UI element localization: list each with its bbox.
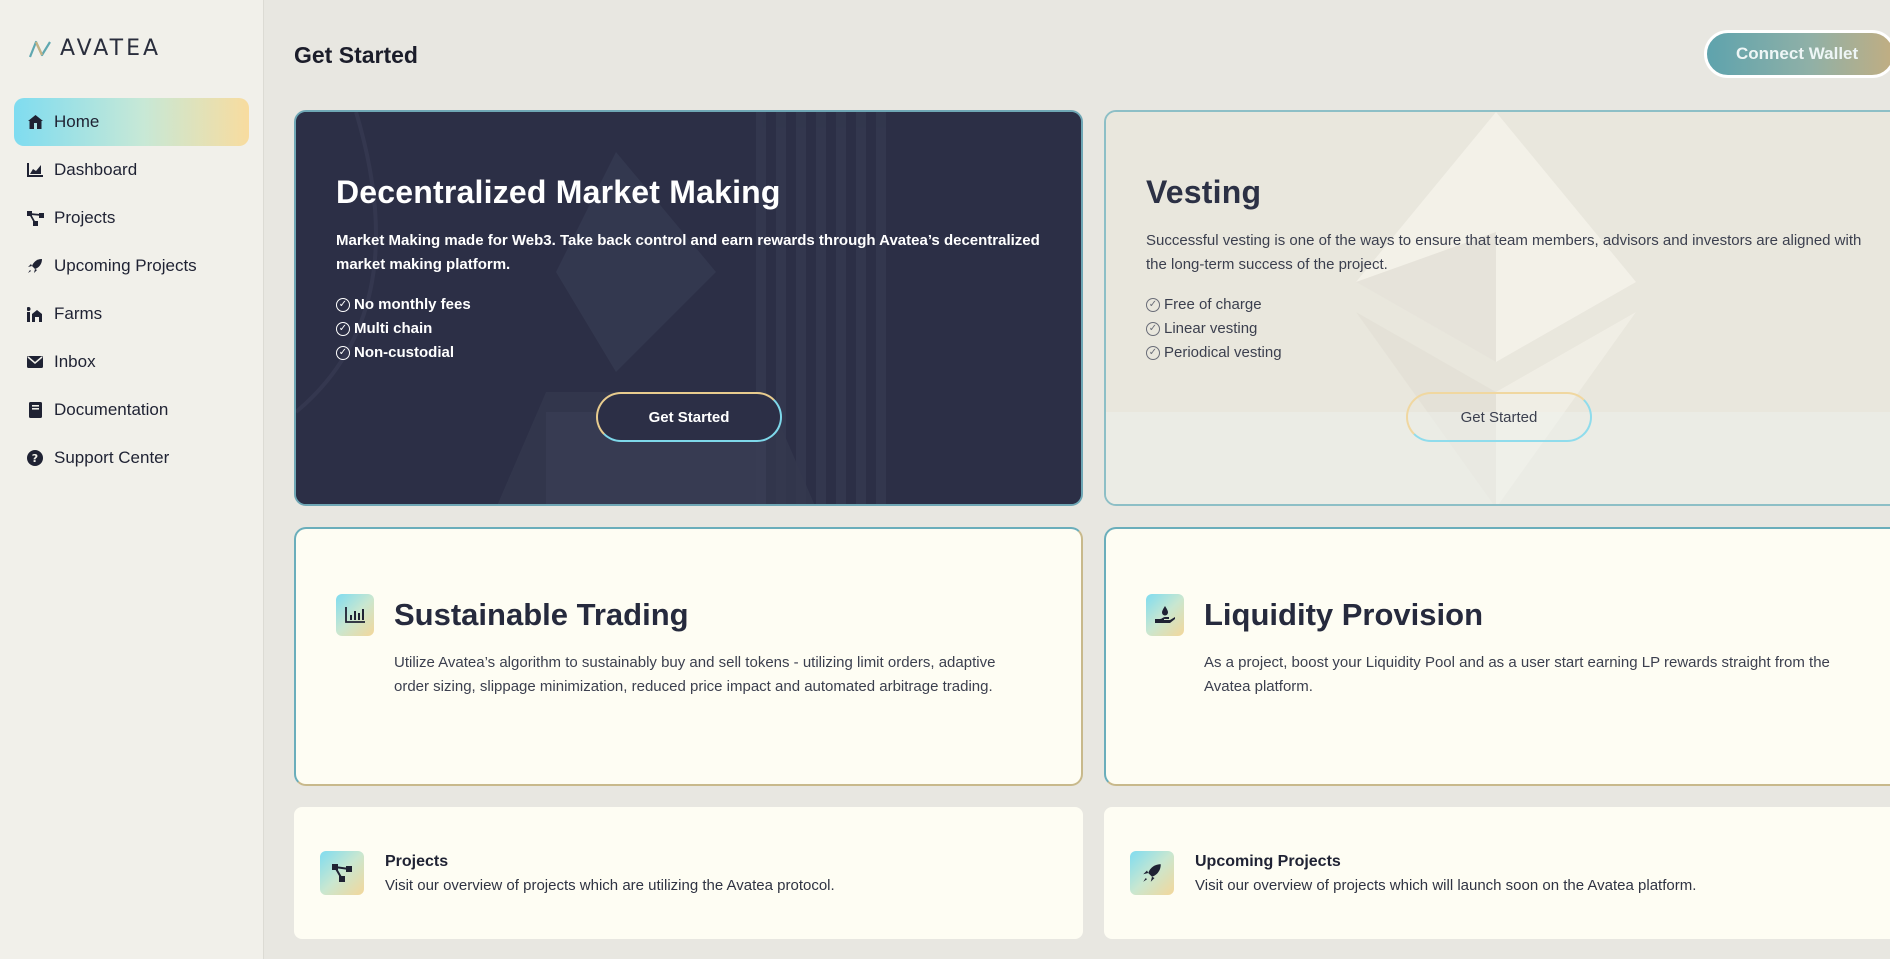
check-circle-icon: ✓ <box>336 346 350 360</box>
sidebar-nav: Home Dashboard Projects Upcoming Project… <box>14 98 249 482</box>
market-making-get-started-button[interactable]: Get Started <box>596 392 782 442</box>
feature-item: ✓ Non-custodial <box>336 341 1045 365</box>
feature-item: ✓ No monthly fees <box>336 293 1045 317</box>
liquidity-provision-card[interactable]: Liquidity Provision As a project, boost … <box>1104 527 1890 786</box>
sidebar-item-label: Documentation <box>54 400 169 419</box>
sidebar-item-label: Dashboard <box>54 160 138 179</box>
market-making-title: Decentralized Market Making <box>336 174 781 210</box>
projects-card-description: Visit our overview of projects which are… <box>385 877 835 894</box>
projects-card-title: Projects <box>385 853 449 870</box>
feature-item: ✓ Multi chain <box>336 317 1045 341</box>
book-icon <box>26 401 44 419</box>
chart-icon <box>26 161 44 179</box>
sidebar: AVATEA Home Dashboard Projects Upcoming … <box>0 0 264 959</box>
page-title: Get Started <box>294 42 418 68</box>
vesting-features: ✓ Free of charge ✓ Linear vesting ✓ Periodi… <box>1146 293 1866 365</box>
sustainable-trading-description: Utilize Avatea’s algorithm to sustainabl… <box>394 654 996 695</box>
check-circle-icon: ✓ <box>1146 346 1160 360</box>
market-making-card: Decentralized Market Making Market Makin… <box>294 110 1083 506</box>
sidebar-item-label: Farms <box>54 304 103 323</box>
upcoming-projects-card-title: Upcoming Projects <box>1195 853 1341 870</box>
vesting-content: Vesting Successful vesting is one of the… <box>1146 174 1866 365</box>
connect-wallet-button[interactable]: Connect Wallet <box>1704 30 1890 78</box>
question-icon: ? <box>26 449 44 467</box>
market-making-features: ✓ No monthly fees ✓ Multi chain ✓ Non-custo… <box>336 293 1045 365</box>
check-circle-icon: ✓ <box>1146 298 1160 312</box>
sidebar-item-label: Inbox <box>54 352 96 371</box>
sidebar-item-support-center[interactable]: ? Support Center <box>14 434 249 482</box>
rocket-icon <box>1130 851 1174 895</box>
sustainable-trading-card[interactable]: Sustainable Trading Utilize Avatea’s alg… <box>294 527 1083 786</box>
upcoming-projects-card-description: Visit our overview of projects which wil… <box>1195 877 1697 894</box>
liquidity-provision-title: Liquidity Provision <box>1204 597 1484 632</box>
sidebar-item-projects[interactable]: Projects <box>14 194 249 242</box>
check-circle-icon: ✓ <box>336 322 350 336</box>
feature-item: ✓ Free of charge <box>1146 293 1866 317</box>
nodes-icon <box>320 851 364 895</box>
sidebar-item-label: Upcoming Projects <box>54 256 197 275</box>
home-icon <box>26 113 44 131</box>
farm-icon <box>26 305 44 323</box>
svg-text:?: ? <box>32 452 38 465</box>
feature-label: Multi chain <box>354 320 433 337</box>
feature-item: ✓ Periodical vesting <box>1146 341 1866 365</box>
sidebar-item-inbox[interactable]: Inbox <box>14 338 249 386</box>
feature-item: ✓ Linear vesting <box>1146 317 1866 341</box>
check-circle-icon: ✓ <box>336 298 350 312</box>
feature-label: No monthly fees <box>354 296 471 313</box>
feature-label: Non-custodial <box>354 344 454 361</box>
sustainable-trading-title: Sustainable Trading <box>394 597 689 632</box>
logo[interactable]: AVATEA <box>28 36 161 61</box>
market-making-description: Market Making made for Web3. Take back c… <box>336 232 1040 273</box>
sidebar-item-home[interactable]: Home <box>14 98 249 146</box>
check-circle-icon: ✓ <box>1146 322 1160 336</box>
avatea-logo-icon <box>28 40 51 57</box>
envelope-icon <box>26 353 44 371</box>
feature-label: Free of charge <box>1164 296 1262 313</box>
sidebar-item-label: Projects <box>54 208 116 227</box>
sidebar-item-dashboard[interactable]: Dashboard <box>14 146 249 194</box>
vesting-get-started-button[interactable]: Get Started <box>1406 392 1592 442</box>
vesting-description: Successful vesting is one of the ways to… <box>1146 232 1862 273</box>
sidebar-item-label: Home <box>54 112 100 131</box>
logo-text: AVATEA <box>60 36 162 61</box>
feature-label: Periodical vesting <box>1164 344 1282 361</box>
hand-drop-icon <box>1146 594 1184 636</box>
sidebar-item-documentation[interactable]: Documentation <box>14 386 249 434</box>
feature-label: Linear vesting <box>1164 320 1258 337</box>
nodes-icon <box>26 209 44 227</box>
sidebar-item-label: Support Center <box>54 448 170 467</box>
vesting-card: Vesting Successful vesting is one of the… <box>1104 110 1890 506</box>
sidebar-item-farms[interactable]: Farms <box>14 290 249 338</box>
bar-chart-icon <box>336 594 374 636</box>
rocket-icon <box>26 257 44 275</box>
upcoming-projects-card[interactable]: Upcoming Projects Visit our overview of … <box>1104 807 1890 939</box>
sidebar-item-upcoming-projects[interactable]: Upcoming Projects <box>14 242 249 290</box>
liquidity-provision-description: As a project, boost your Liquidity Pool … <box>1204 654 1830 695</box>
vesting-title: Vesting <box>1146 174 1262 210</box>
projects-card[interactable]: Projects Visit our overview of projects … <box>294 807 1083 939</box>
market-making-content: Decentralized Market Making Market Makin… <box>336 174 1045 365</box>
